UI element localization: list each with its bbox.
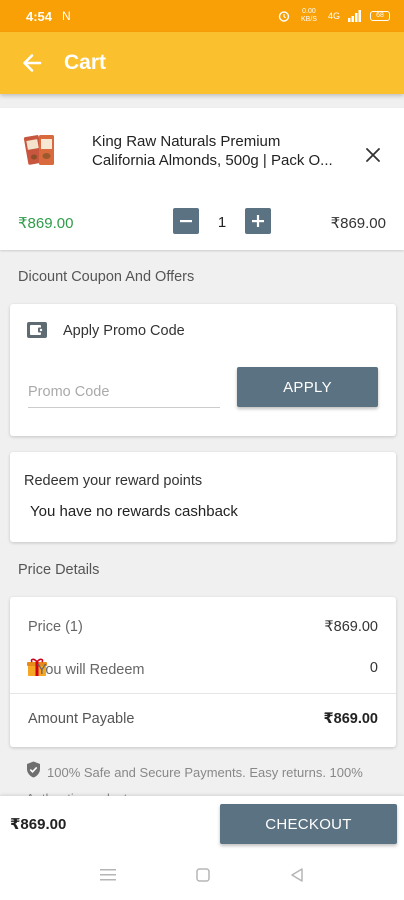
coupons-section-label: Dicount Coupon And Offers (18, 269, 195, 285)
price-label: Price (1) (28, 619, 83, 635)
redeem-label: You will Redeem (37, 662, 145, 678)
arrow-left-icon[interactable] (4, 32, 60, 94)
checkout-button[interactable]: CHECKOUT (220, 804, 397, 844)
apply-button[interactable]: APPLY (237, 367, 378, 407)
price-row: Price (1) ₹869.00 (10, 605, 396, 651)
alarm-icon (278, 11, 290, 22)
rewards-heading: Redeem your reward points (24, 473, 203, 489)
signal-icon (348, 10, 361, 22)
battery-level: 68 (376, 12, 384, 19)
system-nav-bar (0, 850, 404, 900)
product-title-line1: King Raw Naturals Premium (92, 133, 281, 150)
product-thumbnail[interactable] (22, 130, 62, 170)
amount-payable-value: ₹869.00 (323, 711, 378, 727)
price-value: ₹869.00 (324, 619, 378, 635)
network-label: 4G (327, 11, 340, 21)
price-divider (10, 693, 396, 694)
minus-icon (180, 220, 192, 223)
page-title: Cart (64, 51, 107, 74)
price-details-card: Price (1) ₹869.00 You will Redeem 0 Amou… (10, 597, 396, 747)
product-title-line2: California Almonds, 500g | Pack O... (92, 152, 333, 169)
back-nav-icon[interactable] (290, 868, 304, 882)
unit-price: ₹869.00 (18, 215, 74, 232)
line-total: ₹869.00 (330, 215, 386, 232)
promo-heading: Apply Promo Code (63, 323, 185, 339)
nfc-icon: N (62, 9, 71, 23)
data-speed: 0.00 KB/S (301, 8, 317, 23)
promo-code-input[interactable] (28, 376, 220, 408)
rewards-message: You have no rewards cashback (30, 503, 238, 520)
quantity-increase-button[interactable] (245, 208, 271, 234)
wallet-icon (26, 320, 48, 345)
product-title[interactable]: King Raw Naturals Premium California Alm… (92, 132, 354, 170)
amount-payable-label: Amount Payable (28, 711, 135, 727)
home-icon[interactable] (196, 868, 210, 882)
quantity-value: 1 (217, 214, 227, 231)
status-icons: 0.00 KB/S 4G 68 (278, 8, 390, 24)
quantity-decrease-button[interactable] (173, 208, 199, 234)
shield-icon (26, 761, 41, 786)
status-bar: 4:54 N 0.00 KB/S 4G 68 (0, 0, 404, 32)
menu-icon[interactable] (100, 868, 116, 882)
amount-payable-row: Amount Payable ₹869.00 (10, 697, 396, 743)
checkout-total: ₹869.00 (10, 816, 67, 833)
cart-item: King Raw Naturals Premium California Alm… (0, 108, 404, 250)
price-details-label: Price Details (18, 562, 100, 578)
redeem-row: You will Redeem 0 (10, 647, 396, 693)
battery-icon: 68 (370, 11, 390, 21)
redeem-value: 0 (369, 660, 378, 676)
plus-icon (252, 215, 264, 227)
promo-card: Apply Promo Code APPLY (10, 304, 396, 436)
checkout-bar: ₹869.00 CHECKOUT (0, 796, 404, 850)
app-bar: Cart (0, 32, 404, 94)
status-time: 4:54 (26, 8, 53, 24)
rewards-card: Redeem your reward points You have no re… (10, 452, 396, 542)
close-icon[interactable] (360, 142, 386, 168)
